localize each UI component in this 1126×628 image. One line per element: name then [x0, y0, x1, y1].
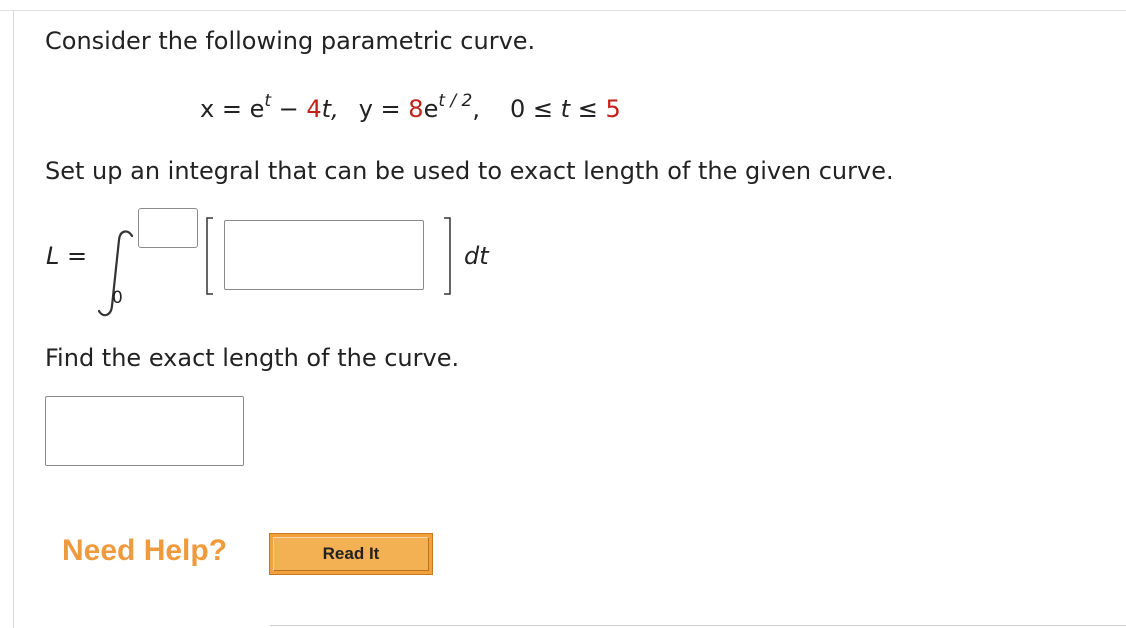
y-base: e: [423, 95, 439, 123]
differential-dt: dt: [464, 242, 489, 270]
x-exponent: t: [264, 91, 272, 111]
need-help-label: Need Help?: [62, 534, 228, 567]
setup-prompt: Set up an integral that can be used to e…: [45, 157, 894, 185]
parametric-equation: x = et − 4t, y = 8et / 2, 0 ≤ t ≤ 5: [200, 91, 621, 124]
x-variable: t,: [321, 95, 339, 123]
y-exponent: t / 2: [438, 91, 473, 111]
y-coefficient: 8: [408, 95, 424, 123]
range-variable: t: [560, 95, 571, 123]
length-prompt: Find the exact length of the curve.: [45, 344, 460, 372]
y-equation-lhs: y =: [358, 95, 409, 123]
x-coefficient: 4: [306, 95, 322, 123]
range-start: 0 ≤: [510, 95, 561, 123]
integrand-input[interactable]: [224, 220, 424, 290]
length-variable: L =: [46, 242, 88, 270]
lower-limit: 0: [112, 288, 123, 308]
top-divider: [0, 10, 1126, 11]
left-divider: [13, 10, 14, 628]
left-bracket: [206, 217, 213, 295]
read-it-button[interactable]: Read It: [269, 533, 433, 575]
x-equation-lhs: x = e: [200, 95, 265, 123]
range-end: 5: [605, 95, 621, 123]
length-answer-input[interactable]: [45, 396, 244, 466]
question-intro: Consider the following parametric curve.: [45, 27, 536, 55]
upper-limit-input[interactable]: [138, 208, 198, 248]
right-bracket: [444, 217, 451, 295]
read-it-label: Read It: [273, 537, 429, 571]
bottom-divider: [270, 625, 1126, 626]
